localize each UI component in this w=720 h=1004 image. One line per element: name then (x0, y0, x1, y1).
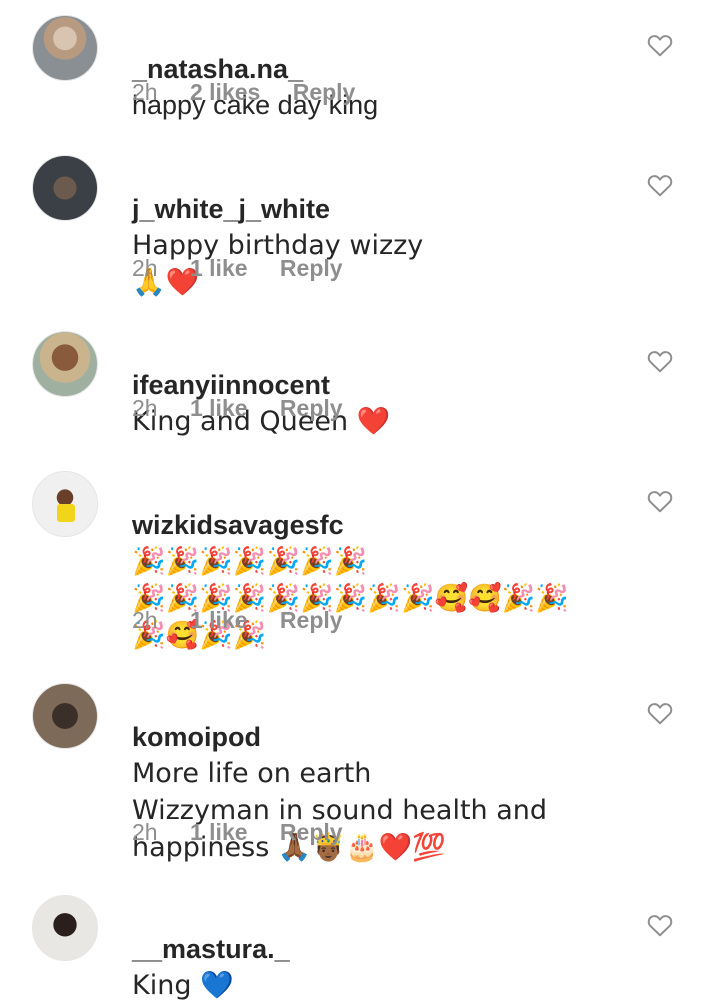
heart-outline-icon[interactable] (647, 701, 673, 725)
comment-text: 🎉🎉🎉🎉🎉🎉🎉 🎉🎉🎉🎉🎉🎉🎉🎉🎉🥰🥰🎉🎉 🎉🥰🎉🎉 (132, 546, 570, 651)
reply-button[interactable]: Reply (280, 819, 343, 846)
avatar[interactable] (32, 155, 98, 221)
comment-meta: 2h 1 like Reply (132, 255, 369, 282)
reply-button[interactable]: Reply (280, 607, 343, 634)
comment-likes[interactable]: 1 like (190, 607, 248, 634)
comment-text: King 💙 (132, 970, 234, 1001)
avatar[interactable] (32, 331, 98, 397)
avatar[interactable] (32, 15, 98, 81)
comment-meta: 2h 1 like Reply (132, 395, 369, 422)
comment-meta: 2h 1 like Reply (132, 819, 369, 846)
comment-text: More life on earth Wizzyman in sound hea… (132, 758, 548, 863)
comment-time: 2h (132, 79, 158, 105)
comment-body: ifeanyiinnocent King and Queen ❤️ (132, 331, 602, 440)
avatar[interactable] (32, 895, 98, 961)
comment-username[interactable]: komoipod (132, 722, 261, 752)
comment-time: 2h (132, 255, 158, 281)
comment-body: __mastura._ King 💙 (132, 895, 602, 1004)
reply-button[interactable]: Reply (293, 79, 356, 106)
comment-likes[interactable]: 1 like (190, 819, 248, 846)
comment-meta: 2h 2 likes Reply (132, 79, 381, 106)
comment-likes[interactable]: 2 likes (190, 79, 260, 106)
reply-button[interactable]: Reply (280, 255, 343, 282)
comment-username[interactable]: j_white_j_white (132, 194, 330, 224)
heart-outline-icon[interactable] (647, 489, 673, 513)
heart-outline-icon[interactable] (647, 913, 673, 937)
comment-username[interactable]: __mastura._ (132, 934, 290, 964)
heart-outline-icon[interactable] (647, 33, 673, 57)
comment-username[interactable]: wizkidsavagesfc (132, 510, 344, 540)
comment-body: _natasha.na_ happy cake day king (132, 15, 602, 123)
comment-meta: 2h 1 like Reply (132, 607, 369, 634)
comment-time: 2h (132, 607, 158, 633)
comment-likes[interactable]: 1 like (190, 395, 248, 422)
comment-likes[interactable]: 1 like (190, 255, 248, 282)
comment-time: 2h (132, 819, 158, 845)
heart-outline-icon[interactable] (647, 349, 673, 373)
heart-outline-icon[interactable] (647, 173, 673, 197)
comment-time: 2h (132, 395, 158, 421)
avatar[interactable] (32, 683, 98, 749)
reply-button[interactable]: Reply (280, 395, 343, 422)
avatar[interactable] (32, 471, 98, 537)
